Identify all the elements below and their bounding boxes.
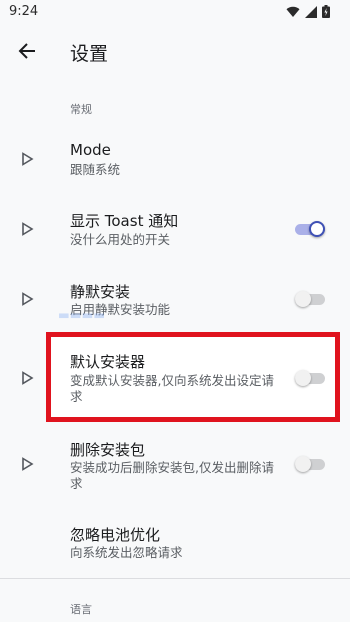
expand-arrow-icon [22, 222, 34, 236]
pref-title: 静默安装 [70, 283, 131, 301]
pref-summary: 向系统发出忽略请求 [70, 545, 183, 560]
expand-arrow-icon [22, 371, 34, 385]
expand-arrow-icon [22, 457, 34, 471]
divider [0, 578, 350, 579]
app-bar: 设置 [0, 26, 350, 76]
section-header-general: 常规 [70, 103, 92, 116]
battery-icon [322, 5, 330, 18]
pref-battery-optimization[interactable]: 忽略电池优化 向系统发出忽略请求 [0, 515, 350, 571]
pref-summary: 跟随系统 [70, 162, 121, 177]
pref-title: 默认安装器 [70, 353, 146, 371]
pref-title: 删除安装包 [70, 441, 146, 459]
silent-install-switch[interactable] [295, 291, 325, 307]
pref-mode[interactable]: Mode 跟随系统 [0, 130, 350, 190]
pref-summary: 没什么用处的开关 [70, 232, 171, 247]
pref-delete-package[interactable]: 删除安装包 安装成功后删除安装包,仅发出删除请求 [0, 430, 350, 500]
section-header-language: 语言 [70, 603, 92, 616]
switch-thumb [295, 456, 311, 472]
switch-thumb [295, 370, 311, 386]
status-time: 9:24 [9, 4, 39, 19]
expand-arrow-icon [22, 152, 34, 166]
pref-silent-install[interactable]: 静默安装 启用静默安装功能 [0, 270, 350, 330]
watermark: ▬▬▬▬ [58, 307, 106, 322]
pref-title: 显示 Toast 通知 [70, 212, 179, 230]
wifi-icon [286, 6, 300, 17]
switch-thumb [295, 291, 311, 307]
toast-switch[interactable] [295, 221, 325, 237]
status-icons [286, 5, 330, 18]
settings-screen: 9:24 设置 常规 Mode 跟随系统 显示 Toast 通知 没什么用处的开… [0, 0, 350, 622]
signal-icon [305, 5, 317, 18]
page-title: 设置 [70, 43, 109, 65]
switch-thumb [309, 221, 325, 237]
delete-package-switch[interactable] [295, 456, 325, 472]
default-installer-switch[interactable] [295, 370, 325, 386]
pref-title: 忽略电池优化 [70, 526, 161, 544]
expand-arrow-icon [22, 292, 34, 306]
pref-toast-notification[interactable]: 显示 Toast 通知 没什么用处的开关 [0, 200, 350, 260]
pref-default-installer[interactable]: 默认安装器 变成默认安装器,仅向系统发出设定请求 [0, 340, 350, 416]
status-bar: 9:24 [0, 0, 350, 26]
arrow-left-icon [18, 43, 35, 59]
pref-summary: 安装成功后删除安装包,仅发出删除请求 [70, 460, 274, 491]
pref-title: Mode [70, 141, 111, 159]
back-button[interactable] [10, 34, 44, 68]
pref-summary: 变成默认安装器,仅向系统发出设定请求 [70, 373, 274, 404]
